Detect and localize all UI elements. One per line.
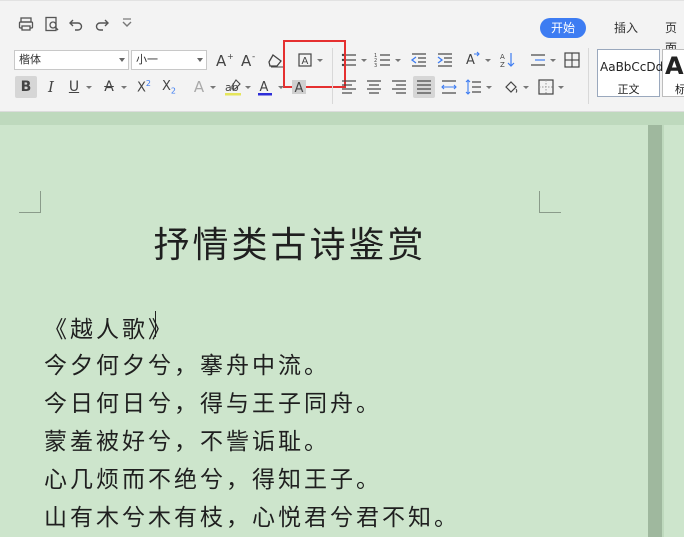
chevron-down-icon[interactable]: [550, 59, 556, 62]
borders-icon[interactable]: [535, 76, 557, 98]
svg-text:+: +: [227, 52, 233, 61]
subscript-icon: X2: [162, 78, 176, 96]
redo-icon[interactable]: [92, 14, 112, 34]
text-effect-icon: A: [193, 78, 205, 96]
highlight-color-button[interactable]: ab: [222, 76, 244, 98]
print-icon[interactable]: [16, 14, 36, 34]
strikethrough-button[interactable]: A: [98, 76, 120, 98]
ribbon-toolbar: 开始 插入 页面 楷体 小一 A + A- A B I U A X2 X2 A …: [0, 0, 684, 112]
font-name-select[interactable]: 楷体: [14, 50, 129, 70]
tab-home[interactable]: 开始: [540, 18, 587, 38]
chevron-down-icon[interactable]: [121, 86, 127, 89]
svg-text:A: A: [295, 81, 304, 96]
style-heading-label: 标: [675, 83, 684, 96]
svg-text:A: A: [260, 80, 269, 95]
character-shading-button[interactable]: A: [288, 76, 310, 98]
font-size-select[interactable]: 小一: [131, 50, 207, 70]
align-justify-icon[interactable]: [413, 76, 435, 98]
svg-text:A: A: [466, 53, 475, 68]
chevron-down-icon[interactable]: [278, 86, 284, 89]
text-effect-button[interactable]: A: [188, 76, 210, 98]
poem-line[interactable]: 山有木兮木有枝，心悦君兮君不知。: [44, 498, 460, 532]
tab-insert[interactable]: 插入: [614, 18, 638, 38]
toolbar-divider: [588, 48, 589, 104]
italic-icon: I: [48, 78, 54, 96]
style-normal-card[interactable]: AaBbCcDd 正文: [597, 49, 664, 97]
table-layout-icon[interactable]: [561, 49, 583, 71]
svg-text:Z: Z: [500, 61, 505, 69]
shrink-font-icon[interactable]: A-: [238, 49, 260, 71]
chevron-down-icon[interactable]: [523, 86, 529, 89]
underline-button[interactable]: U: [63, 76, 85, 98]
chevron-down-icon[interactable]: [86, 86, 92, 89]
print-preview-icon[interactable]: [42, 14, 62, 34]
align-center-icon[interactable]: [363, 76, 385, 98]
page-gap: [648, 125, 662, 537]
svg-text:A: A: [500, 53, 505, 61]
superscript-icon: X2: [137, 78, 151, 96]
style-normal-sample: AaBbCcDd: [600, 60, 664, 74]
align-left-icon[interactable]: [338, 76, 360, 98]
line-spacing-icon[interactable]: [463, 76, 485, 98]
chevron-down-icon[interactable]: [485, 59, 491, 62]
svg-text:A: A: [216, 52, 227, 69]
line-spacing-list-icon[interactable]: [527, 49, 549, 71]
chevron-down-icon[interactable]: [210, 86, 216, 89]
bullet-list-icon[interactable]: [338, 49, 360, 71]
font-color-icon: A: [258, 80, 272, 96]
margin-corner-mark: [539, 191, 561, 213]
font-name-value: 楷体: [19, 53, 41, 66]
tab-page[interactable]: 页面: [665, 18, 684, 55]
bold-button[interactable]: B: [15, 76, 37, 98]
margin-corner-mark: [19, 191, 41, 213]
toolbar-divider: [332, 48, 333, 104]
chevron-down-icon[interactable]: [558, 86, 564, 89]
grow-font-icon[interactable]: A +: [213, 49, 235, 71]
poem-line[interactable]: 心几烦而不绝兮，得知王子。: [44, 460, 382, 494]
document-title[interactable]: 抒情类古诗鉴赏: [0, 216, 580, 268]
svg-text:A: A: [241, 52, 252, 69]
customize-quick-access-icon[interactable]: [117, 14, 137, 34]
superscript-button[interactable]: X2: [133, 76, 155, 98]
svg-text:3: 3: [374, 63, 377, 69]
sort-icon[interactable]: AZ: [497, 49, 519, 71]
chevron-down-icon[interactable]: [245, 86, 251, 89]
bold-icon: B: [20, 79, 32, 95]
chevron-down-icon: [119, 58, 125, 62]
highlighter-icon: ab: [225, 79, 241, 96]
chevron-down-icon[interactable]: [361, 59, 367, 62]
chevron-down-icon[interactable]: [486, 86, 492, 89]
text-cursor: [155, 311, 156, 337]
shading-fill-icon[interactable]: [500, 76, 522, 98]
font-color-button[interactable]: A: [254, 76, 276, 98]
poem-line[interactable]: 今夕何夕兮，搴舟中流。: [44, 346, 330, 380]
text-direction-icon[interactable]: A: [462, 49, 484, 71]
style-heading-card[interactable]: Aa 标: [662, 49, 684, 97]
svg-text:-: -: [252, 52, 255, 62]
subscript-button[interactable]: X2: [158, 76, 180, 98]
strikethrough-icon: A: [104, 79, 114, 95]
increase-indent-icon[interactable]: [434, 49, 456, 71]
numbered-list-icon[interactable]: 123: [372, 49, 394, 71]
underline-icon: U: [68, 79, 80, 95]
style-heading-sample: Aa: [665, 52, 684, 80]
chevron-down-icon[interactable]: [395, 59, 401, 62]
font-size-value: 小一: [136, 53, 158, 66]
undo-icon[interactable]: [66, 14, 86, 34]
window-top-border: [0, 0, 684, 1]
decrease-indent-icon[interactable]: [408, 49, 430, 71]
distributed-align-icon[interactable]: [438, 76, 460, 98]
italic-button[interactable]: I: [40, 76, 62, 98]
next-page-edge: [664, 125, 684, 537]
poem-line[interactable]: 今日何日兮，得与王子同舟。: [44, 384, 382, 418]
chevron-down-icon: [197, 58, 203, 62]
align-right-icon[interactable]: [388, 76, 410, 98]
character-shading-icon: A: [292, 80, 306, 96]
poem-line[interactable]: 蒙羞被好兮，不訾诟耻。: [44, 422, 330, 456]
style-normal-label: 正文: [617, 83, 640, 96]
